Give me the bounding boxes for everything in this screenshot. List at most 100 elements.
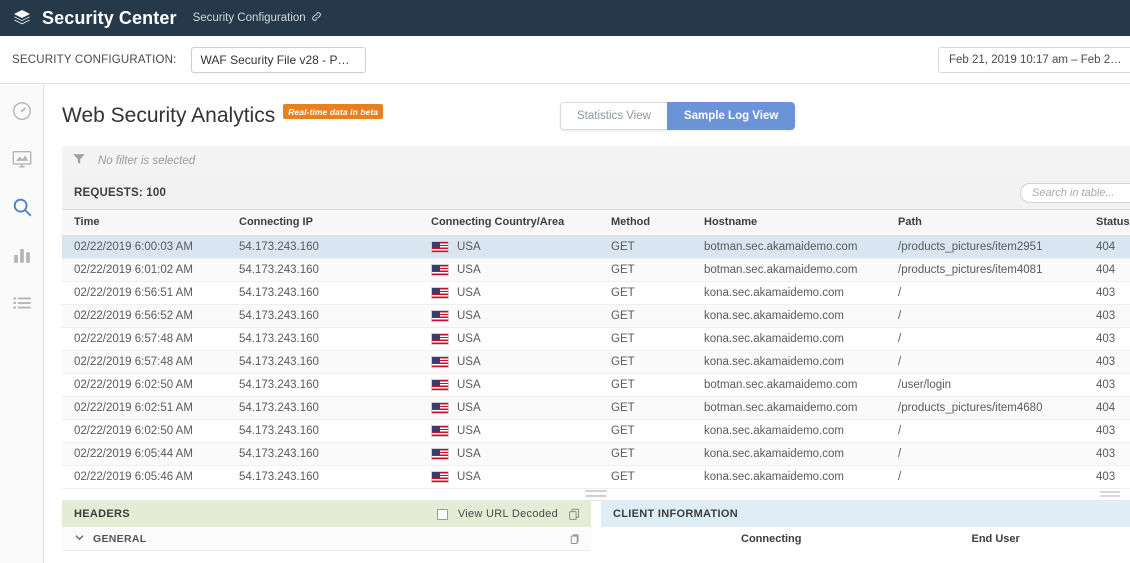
tab-sample-log-view[interactable]: Sample Log View (666, 102, 796, 130)
table-row[interactable]: 02/22/2019 6:05:44 AM 54.173.243.160 USA GE… (62, 442, 1130, 466)
tab-statistics-view[interactable]: Statistics View (560, 102, 667, 130)
sidebar-item-dashboard[interactable] (7, 96, 37, 126)
splitter-grip-center[interactable] (585, 490, 607, 497)
cell-connecting-country: USA (419, 465, 599, 489)
left-sidebar (0, 84, 44, 563)
country-label: USA (457, 448, 481, 460)
cell-connecting-ip: 54.173.243.160 (227, 235, 419, 259)
table-row[interactable]: 02/22/2019 6:02:50 AM 54.173.243.160 USA GE… (62, 373, 1130, 397)
usa-flag-icon (431, 310, 449, 322)
usa-flag-icon (431, 333, 449, 345)
client-information-panel: CLIENT INFORMATION Connecting End User (601, 501, 1130, 551)
table-row[interactable]: 02/22/2019 6:01:02 AM 54.173.243.160 USA GE… (62, 258, 1130, 282)
headers-panel-actions: View URL Decoded (436, 508, 581, 521)
column-header-time[interactable]: Time (62, 210, 227, 236)
cell-connecting-country: USA (419, 396, 599, 420)
filter-bar[interactable]: No filter is selected (62, 146, 1130, 176)
cell-path: / (886, 465, 1084, 489)
cell-connecting-ip: 54.173.243.160 (227, 465, 419, 489)
headers-general-label: GENERAL (93, 532, 147, 545)
top-header-bar: Security Center Security Configuration (0, 0, 1130, 36)
cell-connecting-country: USA (419, 304, 599, 328)
header-subtitle[interactable]: Security Configuration (193, 11, 322, 25)
cell-connecting-country: USA (419, 442, 599, 466)
column-header-connecting-country[interactable]: Connecting Country/Area (419, 210, 599, 236)
cell-connecting-country: USA (419, 281, 599, 305)
panel-splitter[interactable] (62, 489, 1130, 501)
country-label: USA (457, 425, 481, 437)
table-row[interactable]: 02/22/2019 6:00:03 AM 54.173.243.160 USA GE… (62, 235, 1130, 259)
security-configuration-select[interactable]: WAF Security File v28 - P… (190, 46, 366, 73)
headers-panel-header: HEADERS View URL Decoded (62, 501, 591, 527)
client-col-end-user: End User (971, 533, 1020, 545)
cell-time: 02/22/2019 6:02:50 AM (62, 373, 227, 397)
table-row[interactable]: 02/22/2019 6:57:48 AM 54.173.243.160 USA GE… (62, 350, 1130, 374)
cell-hostname: kona.sec.akamaidemo.com (692, 327, 886, 351)
cell-connecting-ip: 54.173.243.160 (227, 442, 419, 466)
cell-status: 403 (1084, 327, 1130, 351)
country-label: USA (457, 471, 481, 483)
table-row[interactable]: 02/22/2019 6:57:48 AM 54.173.243.160 USA GE… (62, 327, 1130, 351)
sidebar-item-list[interactable] (7, 288, 37, 318)
header-subtitle-label: Security Configuration (192, 12, 306, 24)
search-in-table-input[interactable]: Search in table... (1020, 182, 1130, 203)
cell-method: GET (599, 350, 692, 374)
cell-connecting-ip: 54.173.243.160 (227, 258, 419, 282)
layers-logo-icon (11, 7, 33, 29)
usa-flag-icon (431, 402, 449, 414)
cell-status: 404 (1084, 235, 1130, 259)
cell-connecting-ip: 54.173.243.160 (227, 327, 419, 351)
requests-count-label: REQUESTS: 100 (74, 186, 167, 199)
country-label: USA (457, 310, 481, 322)
cell-hostname: botman.sec.akamaidemo.com (692, 373, 886, 397)
page-title: Web Security Analytics (62, 104, 276, 127)
splitter-grip-right[interactable] (1100, 491, 1120, 497)
cell-status: 403 (1084, 304, 1130, 328)
cell-status: 403 (1084, 281, 1130, 305)
copy-icon[interactable] (569, 533, 581, 545)
sidebar-item-monitor[interactable] (7, 144, 37, 174)
usa-flag-icon (431, 264, 449, 276)
table-row[interactable]: 02/22/2019 6:02:51 AM 54.173.243.160 USA GE… (62, 396, 1130, 420)
table-row[interactable]: 02/22/2019 6:05:46 AM 54.173.243.160 USA GE… (62, 465, 1130, 489)
headers-panel: HEADERS View URL Decoded GENERAL (62, 501, 591, 551)
table-header-row: Time Connecting IP Connecting Country/Ar… (62, 210, 1130, 236)
column-header-hostname[interactable]: Hostname (692, 210, 886, 236)
cell-status: 404 (1084, 258, 1130, 282)
cell-hostname: botman.sec.akamaidemo.com (692, 235, 886, 259)
copy-icon[interactable] (568, 508, 581, 521)
country-label: USA (457, 241, 481, 253)
column-header-status[interactable]: Status (1084, 210, 1130, 236)
headers-general-section[interactable]: GENERAL (62, 527, 591, 551)
sidebar-item-reports[interactable] (7, 240, 37, 270)
table-row[interactable]: 02/22/2019 6:02:50 AM 54.173.243.160 USA GE… (62, 419, 1130, 443)
cell-connecting-country: USA (419, 419, 599, 443)
usa-flag-icon (431, 241, 449, 253)
cell-hostname: kona.sec.akamaidemo.com (692, 350, 886, 374)
security-configuration-bar: SECURITY CONFIGURATION: WAF Security Fil… (0, 36, 1130, 84)
cell-method: GET (599, 235, 692, 259)
requests-table-container: Time Connecting IP Connecting Country/Ar… (62, 210, 1130, 489)
view-url-decoded-checkbox[interactable] (436, 508, 448, 520)
table-row[interactable]: 02/22/2019 6:56:51 AM 54.173.243.160 USA GE… (62, 281, 1130, 305)
date-range-picker[interactable]: Feb 21, 2019 10:17 am – Feb 2… (938, 46, 1130, 73)
column-header-connecting-ip[interactable]: Connecting IP (227, 210, 419, 236)
requests-toolbar: REQUESTS: 100 Search in table... (62, 176, 1130, 210)
table-row[interactable]: 02/22/2019 6:56:52 AM 54.173.243.160 USA GE… (62, 304, 1130, 328)
cell-path: /products_pictures/item2951 (886, 235, 1084, 259)
cell-method: GET (599, 304, 692, 328)
cell-method: GET (599, 281, 692, 305)
column-header-method[interactable]: Method (599, 210, 692, 236)
cell-status: 404 (1084, 396, 1130, 420)
country-label: USA (457, 264, 481, 276)
security-configuration-value: WAF Security File v28 - P… (200, 52, 350, 67)
column-header-path[interactable]: Path (886, 210, 1084, 236)
table-body: 02/22/2019 6:00:03 AM 54.173.243.160 USA GE… (62, 235, 1130, 489)
cell-method: GET (599, 465, 692, 489)
cell-time: 02/22/2019 6:57:48 AM (62, 327, 227, 351)
cell-method: GET (599, 373, 692, 397)
country-label: USA (457, 287, 481, 299)
client-information-title: CLIENT INFORMATION (613, 508, 738, 520)
sidebar-item-search[interactable] (7, 192, 37, 222)
cell-time: 02/22/2019 6:01:02 AM (62, 258, 227, 282)
